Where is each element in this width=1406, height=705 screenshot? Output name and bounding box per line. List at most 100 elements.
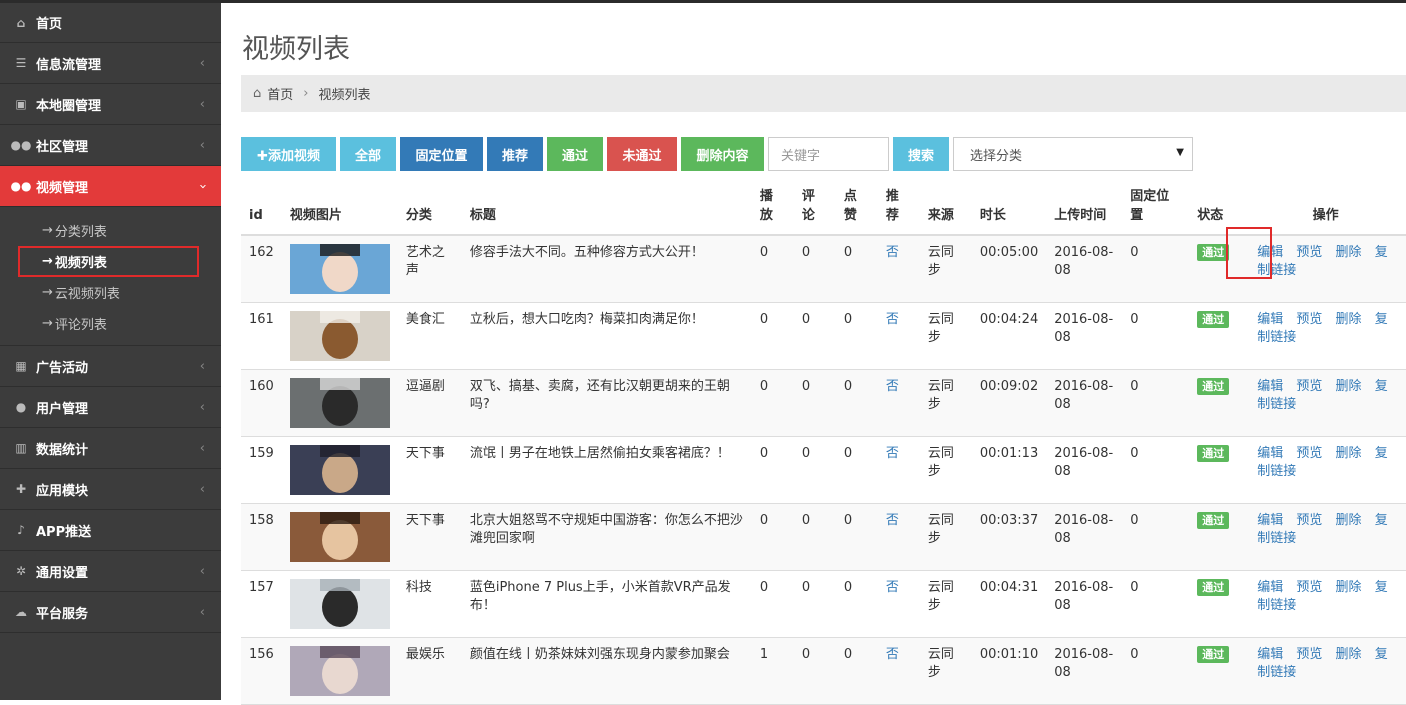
submenu-item-comments[interactable]: → 评论列表 [0, 308, 221, 339]
delete-link[interactable]: 删除 [1336, 580, 1362, 595]
preview-link[interactable]: 预览 [1296, 513, 1322, 528]
status-badge[interactable]: 通过 [1197, 444, 1230, 462]
calendar-icon: ▦ [15, 359, 27, 373]
sidebar-item-label: 广告活动 [36, 360, 89, 376]
delete-link[interactable]: 删除 [1336, 513, 1362, 528]
delete-link[interactable]: 删除 [1336, 245, 1362, 260]
home-icon: ⌂ [16, 15, 26, 30]
sidebar-item-community[interactable]: ●● 社区管理 ‹ [0, 125, 221, 166]
col-category: 分类 [397, 180, 462, 236]
recommend-toggle[interactable]: 否 [886, 312, 899, 327]
cell-title: 立秋后，想大口吃肉？梅菜扣肉满足你！ [461, 302, 752, 370]
category-select[interactable]: 选择分类 ▼ [953, 137, 1193, 171]
cell-duration: 00:01:13 [971, 436, 1047, 504]
cell-thumb [281, 637, 398, 705]
cell-upload: 2016-08-08 [1046, 369, 1123, 437]
video-thumbnail[interactable] [289, 645, 390, 696]
cell-category: 逗逼剧 [397, 369, 462, 437]
submenu-item-cloud-video[interactable]: → 云视频列表 [0, 277, 221, 308]
preview-link[interactable]: 预览 [1296, 245, 1322, 260]
col-status: 状态 [1189, 180, 1246, 236]
sidebar-item-platform[interactable]: ☁ 平台服务 ‹ [0, 592, 221, 633]
fail-button[interactable]: 未通过 [607, 137, 677, 171]
preview-link[interactable]: 预览 [1296, 312, 1322, 327]
sidebar-item-push[interactable]: ♪ APP推送 [0, 510, 221, 551]
preview-link[interactable]: 预览 [1296, 446, 1322, 461]
sidebar: ⌂ 首页 ☰ 信息流管理 ‹ ▣ 本地圈管理 ‹ ●● 社区管理 ‹ ●● 视频… [0, 3, 221, 700]
sidebar-item-ads[interactable]: ▦ 广告活动 ‹ [0, 346, 221, 387]
sidebar-item-settings[interactable]: ✲ 通用设置 ‹ [0, 551, 221, 592]
recommend-toggle[interactable]: 否 [886, 647, 899, 662]
sidebar-item-modules[interactable]: ✚ 应用模块 ‹ [0, 469, 221, 510]
recommend-toggle[interactable]: 否 [886, 580, 899, 595]
cell-likes: 0 [835, 503, 878, 571]
status-badge[interactable]: 通过 [1197, 511, 1230, 529]
bar-chart-icon: ▥ [15, 441, 27, 455]
delete-link[interactable]: 删除 [1336, 312, 1362, 327]
video-thumbnail[interactable] [289, 444, 390, 495]
cell-title: 蓝色iPhone 7 Plus上手，小米首款VR产品发布！ [461, 570, 752, 638]
video-thumbnail[interactable] [289, 578, 390, 629]
edit-link[interactable]: 编辑 [1257, 245, 1283, 260]
preview-link[interactable]: 预览 [1296, 580, 1322, 595]
video-thumbnail[interactable] [289, 377, 390, 428]
delete-link[interactable]: 删除 [1336, 446, 1362, 461]
status-badge[interactable]: 通过 [1197, 244, 1230, 261]
cell-plays: 1 [751, 637, 794, 705]
delete-link[interactable]: 删除 [1336, 647, 1362, 662]
cell-comments: 0 [793, 637, 836, 705]
cell-likes: 0 [835, 369, 878, 437]
cell-source: 云同步 [919, 570, 972, 638]
delete-link[interactable]: 删除 [1336, 379, 1362, 394]
recommend-toggle[interactable]: 否 [886, 446, 899, 461]
edit-link[interactable]: 编辑 [1257, 379, 1283, 394]
sidebar-item-users[interactable]: ● 用户管理 ‹ [0, 387, 221, 428]
preview-link[interactable]: 预览 [1296, 647, 1322, 662]
table-row: 160 逗逼剧 双飞、搞基、卖腐，还有比汉朝更胡来的王朝吗? 0 0 0 否云同步 00:09… [241, 369, 1406, 437]
sidebar-item-home[interactable]: ⌂ 首页 [0, 3, 221, 43]
keyword-input[interactable]: 关键字 [768, 137, 889, 171]
sidebar-item-stats[interactable]: ▥ 数据统计 ‹ [0, 428, 221, 469]
cell-recommend: 否 [877, 637, 920, 705]
recommend-toggle[interactable]: 否 [886, 245, 899, 260]
sidebar-item-feed[interactable]: ☰ 信息流管理 ‹ [0, 43, 221, 84]
cell-source: 云同步 [919, 235, 972, 303]
edit-link[interactable]: 编辑 [1257, 312, 1283, 327]
preview-link[interactable]: 预览 [1296, 379, 1322, 394]
edit-link[interactable]: 编辑 [1257, 446, 1283, 461]
breadcrumb-home[interactable]: 首页 [267, 84, 293, 103]
pass-button[interactable]: 通过 [547, 137, 603, 171]
edit-link[interactable]: 编辑 [1257, 513, 1283, 528]
table-row: 159 天下事 流氓丨男子在地铁上居然偷拍女乘客裙底？！ 0 0 0 否云同步 00:01:1… [241, 436, 1406, 504]
status-badge[interactable]: 通过 [1197, 377, 1230, 395]
sidebar-item-video[interactable]: ●● 视频管理 › [0, 166, 221, 207]
cell-thumb [281, 570, 398, 638]
edit-link[interactable]: 编辑 [1257, 647, 1283, 662]
status-badge[interactable]: 通过 [1197, 645, 1230, 663]
submenu-item-category[interactable]: → 分类列表 [0, 215, 221, 246]
all-button[interactable]: 全部 [340, 137, 396, 171]
delete-content-button[interactable]: 删除内容 [681, 137, 764, 171]
add-video-button[interactable]: ✚添加视频 [241, 137, 336, 171]
recommend-toggle[interactable]: 否 [886, 379, 899, 394]
status-badge[interactable]: 通过 [1197, 578, 1230, 596]
video-thumbnail[interactable] [289, 244, 390, 294]
users-icon: ●● [10, 179, 32, 193]
video-thumbnail[interactable] [289, 310, 390, 361]
search-button[interactable]: 搜索 [893, 137, 949, 171]
fixed-position-button[interactable]: 固定位置 [400, 137, 483, 171]
cell-category: 天下事 [397, 436, 462, 504]
cell-id: 156 [241, 637, 282, 705]
cell-likes: 0 [835, 436, 878, 504]
recommend-toggle[interactable]: 否 [886, 513, 899, 528]
submenu-item-video-list[interactable]: → 视频列表 [0, 246, 221, 277]
cell-duration: 00:04:24 [971, 302, 1047, 370]
chevron-left-icon: ‹ [199, 400, 205, 415]
recommend-button[interactable]: 推荐 [487, 137, 543, 171]
status-badge[interactable]: 通过 [1197, 310, 1230, 328]
chevron-down-icon: › [194, 183, 210, 190]
cell-category: 最娱乐 [397, 637, 462, 705]
video-thumbnail[interactable] [289, 511, 390, 562]
sidebar-item-local[interactable]: ▣ 本地圈管理 ‹ [0, 84, 221, 125]
edit-link[interactable]: 编辑 [1257, 580, 1283, 595]
